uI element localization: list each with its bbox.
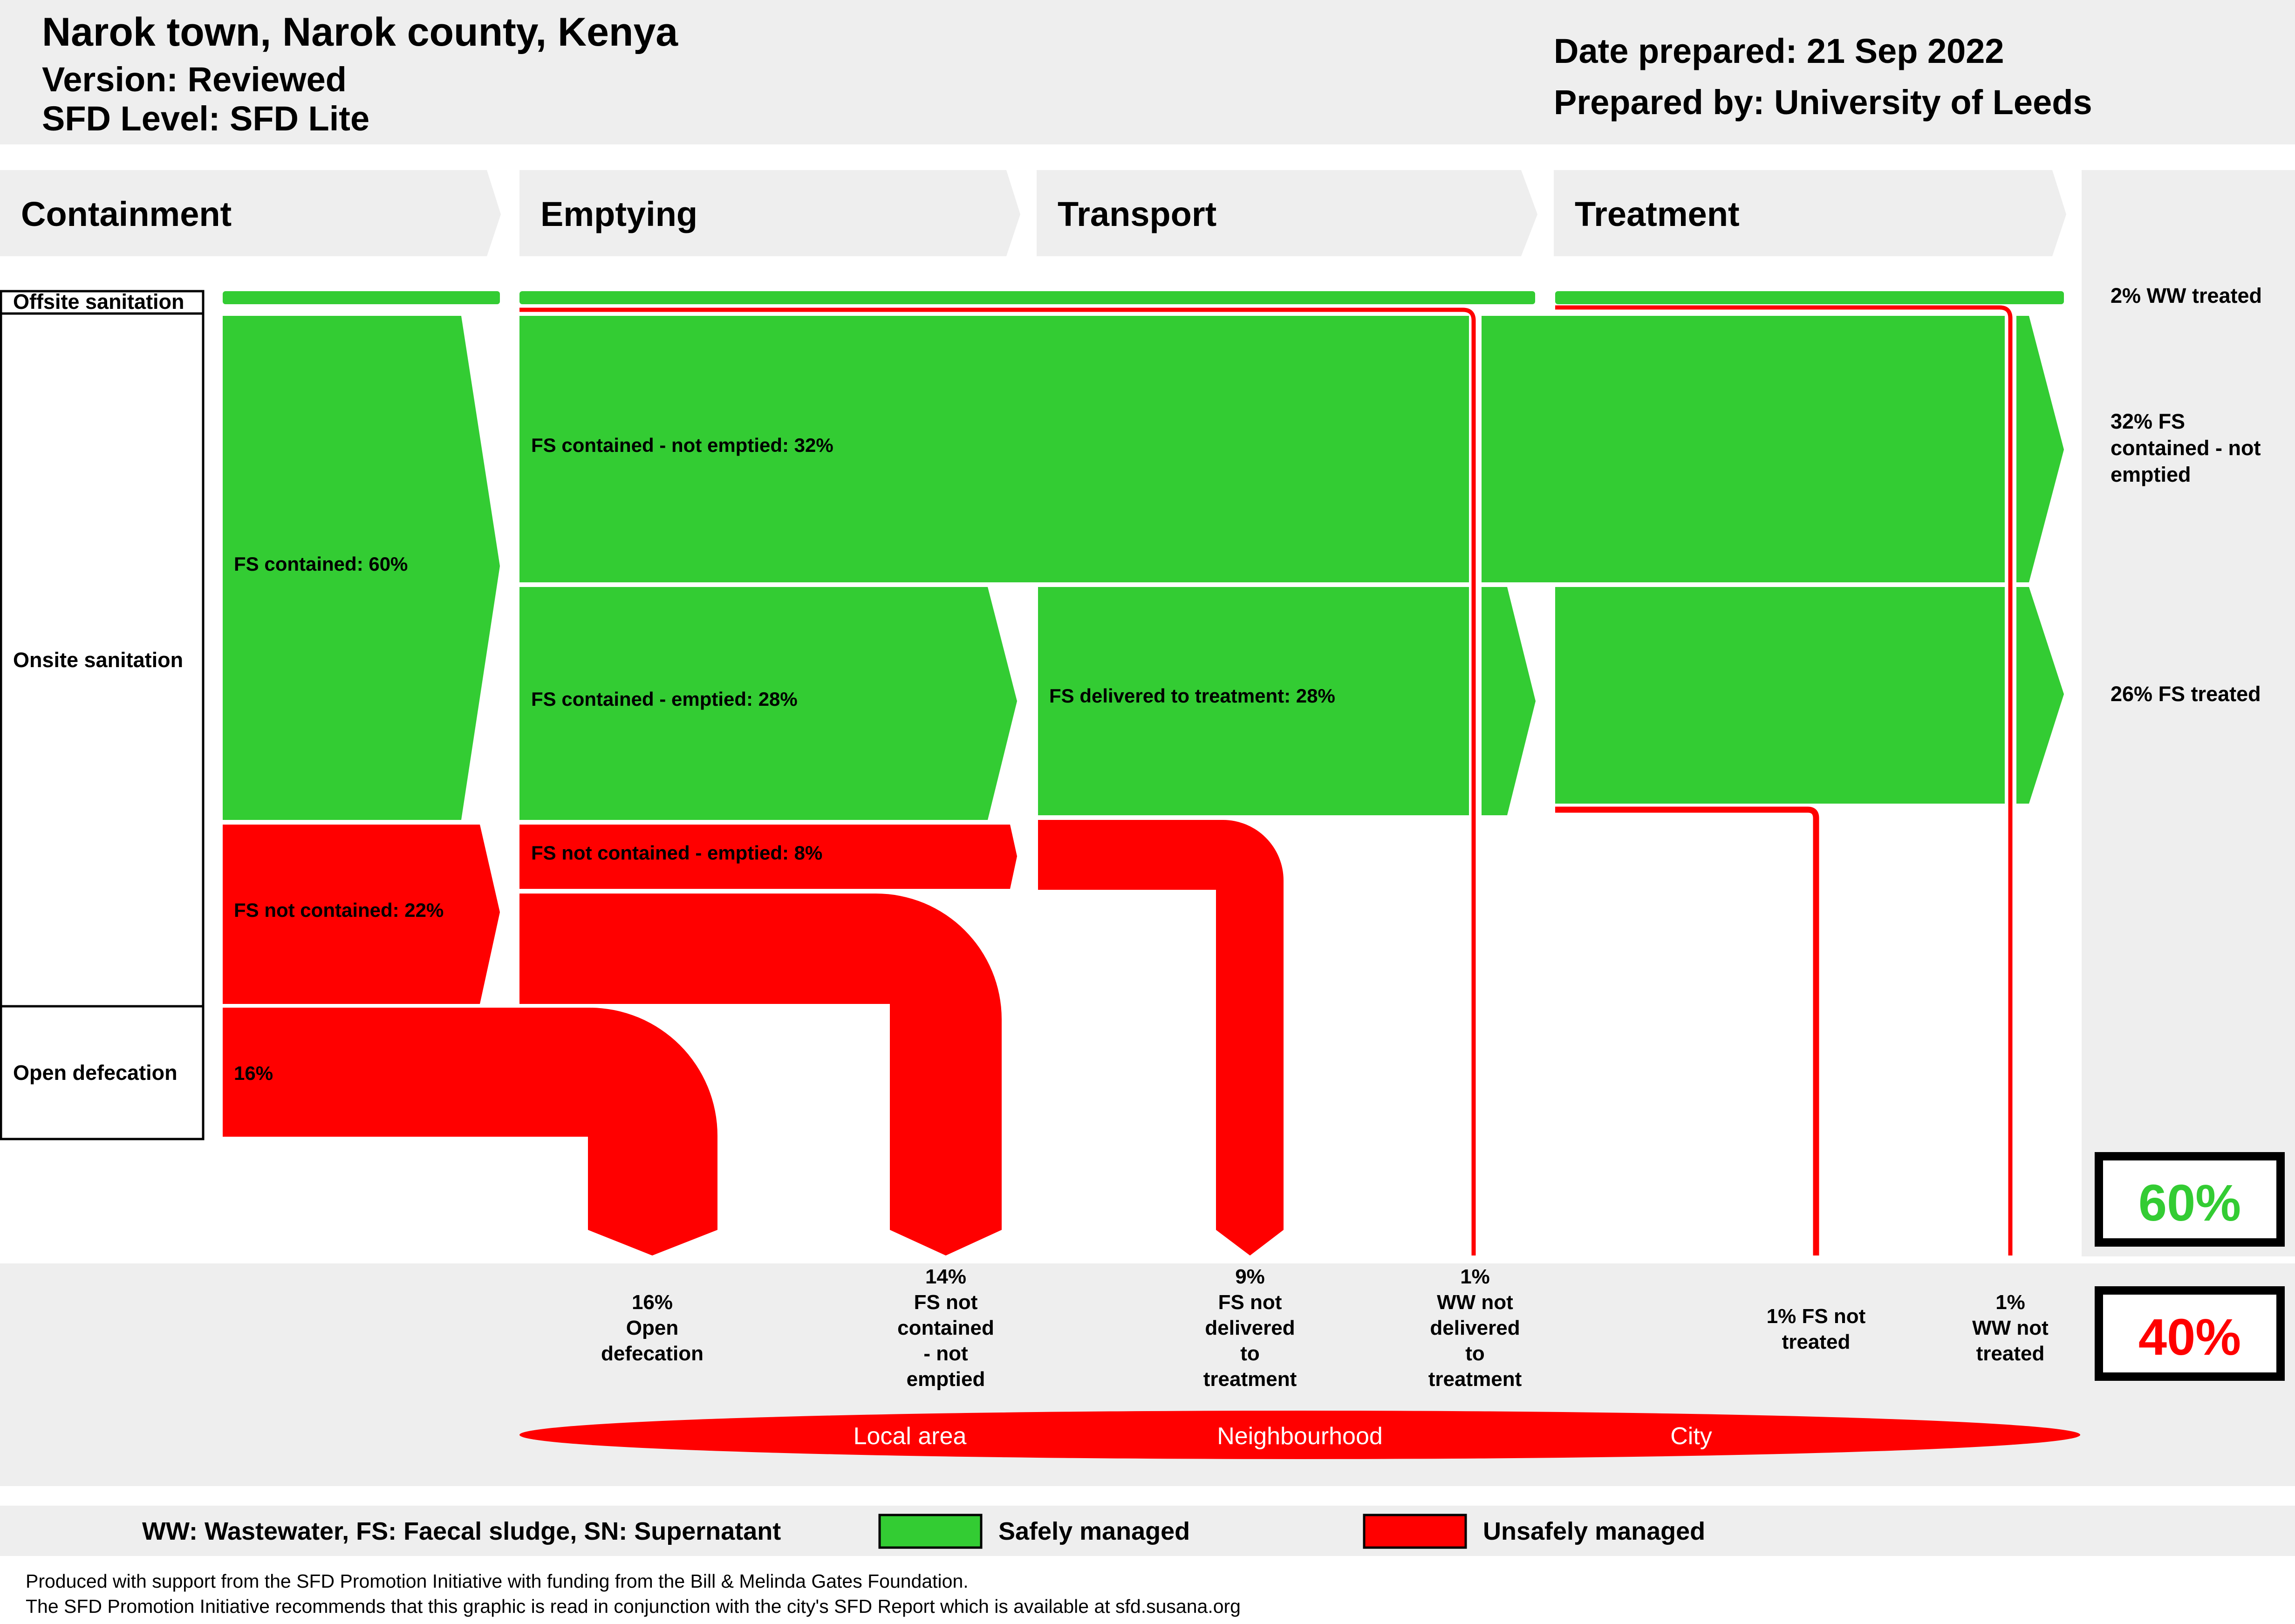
od-line2: Open: [626, 1317, 678, 1339]
sfd-level-label: SFD Level: SFD Lite: [42, 99, 369, 138]
flow-label-open-defecation: 16%: [234, 1062, 273, 1084]
nc-line5: emptied: [907, 1368, 985, 1391]
outcomes-panel: [2082, 170, 2295, 1256]
flow-not-emptied-b: [1482, 316, 2005, 582]
row-label-offsite: Offsite sanitation: [13, 290, 184, 314]
offsite-bar-emptying-transport: [519, 291, 1535, 304]
nc-line1: 14%: [925, 1265, 966, 1288]
wwnd-line4: to: [1465, 1342, 1485, 1365]
wwnd-line3: delivered: [1430, 1317, 1520, 1339]
wwnt-line3: treated: [1976, 1342, 2045, 1365]
sfd-graphic: Narok town, Narok county, Kenya Version:…: [0, 0, 2295, 1624]
nc-line4: - not: [923, 1342, 968, 1365]
prepared-by: Prepared by: University of Leeds: [1554, 83, 2092, 122]
wwnd-line5: treatment: [1428, 1368, 1522, 1391]
flow-label-nc-emptied: FS not contained - emptied: 8%: [531, 842, 822, 864]
flow-fs-not-treated: [1555, 806, 1819, 1256]
legend-unsafe-swatch: [1363, 1514, 1467, 1549]
flow-label-fs-contained: FS contained: 60%: [234, 553, 408, 575]
nc-line2: FS not: [914, 1291, 978, 1314]
sfd-diagram: Narok town, Narok county, Kenya Version:…: [0, 0, 2295, 1617]
wwnd-line1: 1%: [1460, 1265, 1490, 1288]
stage-label-containment: Containment: [21, 195, 232, 233]
flow-label-emptied: FS contained - emptied: 28%: [531, 688, 798, 710]
total-safe-value: 60%: [2138, 1174, 2241, 1232]
fsnd-line2: FS not: [1218, 1291, 1282, 1314]
legend-safe-swatch: [878, 1514, 983, 1549]
nc-line3: contained: [897, 1317, 994, 1339]
date-prepared: Date prepared: 21 Sep 2022: [1554, 32, 2004, 70]
offsite-bar-containment: [223, 291, 500, 304]
legend-unsafe-label: Unsafely managed: [1483, 1517, 1705, 1545]
flow-fs-not-delivered: [1038, 820, 1284, 1256]
flow-label-delivered: FS delivered to treatment: 28%: [1049, 685, 1335, 707]
flow-not-emptied-arrowhead: [2016, 316, 2064, 582]
footer-line2: The SFD Promotion Initiative recommends …: [26, 1596, 1241, 1617]
legend-safe-label: Safely managed: [998, 1517, 1190, 1545]
area-neighbourhood: Neighbourhood: [1217, 1423, 1383, 1450]
row-label-open-defecation: Open defecation: [13, 1061, 178, 1085]
row-label-onsite: Onsite sanitation: [13, 648, 183, 672]
stage-label-treatment: Treatment: [1575, 195, 1740, 233]
legend-abbreviations: WW: Wastewater, FS: Faecal sludge, SN: S…: [142, 1517, 781, 1545]
stage-label-emptying: Emptying: [540, 195, 697, 233]
area-city: City: [1670, 1423, 1712, 1450]
flow-open-defecation: [223, 1008, 717, 1256]
outcome-not-emptied-line1: 32% FS: [2111, 409, 2185, 433]
version-label: Version: Reviewed: [42, 60, 347, 99]
offsite-bar-treatment: [1555, 291, 2064, 304]
stage-label-transport: Transport: [1058, 195, 1216, 233]
area-local: Local area: [854, 1423, 967, 1450]
outcome-ww-treated: 2% WW treated: [2111, 284, 2262, 307]
outcome-not-emptied-line3: emptied: [2111, 463, 2191, 486]
fsnd-line1: 9%: [1235, 1265, 1265, 1288]
city-title: Narok town, Narok county, Kenya: [42, 10, 678, 55]
total-unsafe-value: 40%: [2138, 1309, 2241, 1366]
flow-label-not-emptied: FS contained - not emptied: 32%: [531, 434, 833, 456]
fsnt-line2: treated: [1782, 1331, 1851, 1353]
footer-line1: Produced with support from the SFD Promo…: [26, 1570, 969, 1592]
fsnd-line4: to: [1240, 1342, 1260, 1365]
outcome-not-emptied-line2: contained - not: [2111, 436, 2261, 460]
flow-fs-treated: [1555, 587, 2005, 804]
flow-delivered-arrowhead: [1482, 587, 1536, 815]
wwnt-line2: WW not: [1972, 1317, 2049, 1339]
fsnd-line5: treatment: [1203, 1368, 1297, 1391]
od-line1: 16%: [632, 1291, 673, 1314]
wwnt-line1: 1%: [1995, 1291, 2025, 1314]
outcome-fs-treated: 26% FS treated: [2111, 682, 2261, 706]
flow-label-fs-not-contained: FS not contained: 22%: [234, 899, 444, 921]
fsnt-line1: 1% FS not: [1767, 1305, 1866, 1328]
flow-fs-treated-arrowhead: [2016, 587, 2064, 804]
fsnd-line3: delivered: [1205, 1317, 1295, 1339]
od-line3: defecation: [601, 1342, 704, 1365]
wwnd-line2: WW not: [1437, 1291, 1513, 1314]
